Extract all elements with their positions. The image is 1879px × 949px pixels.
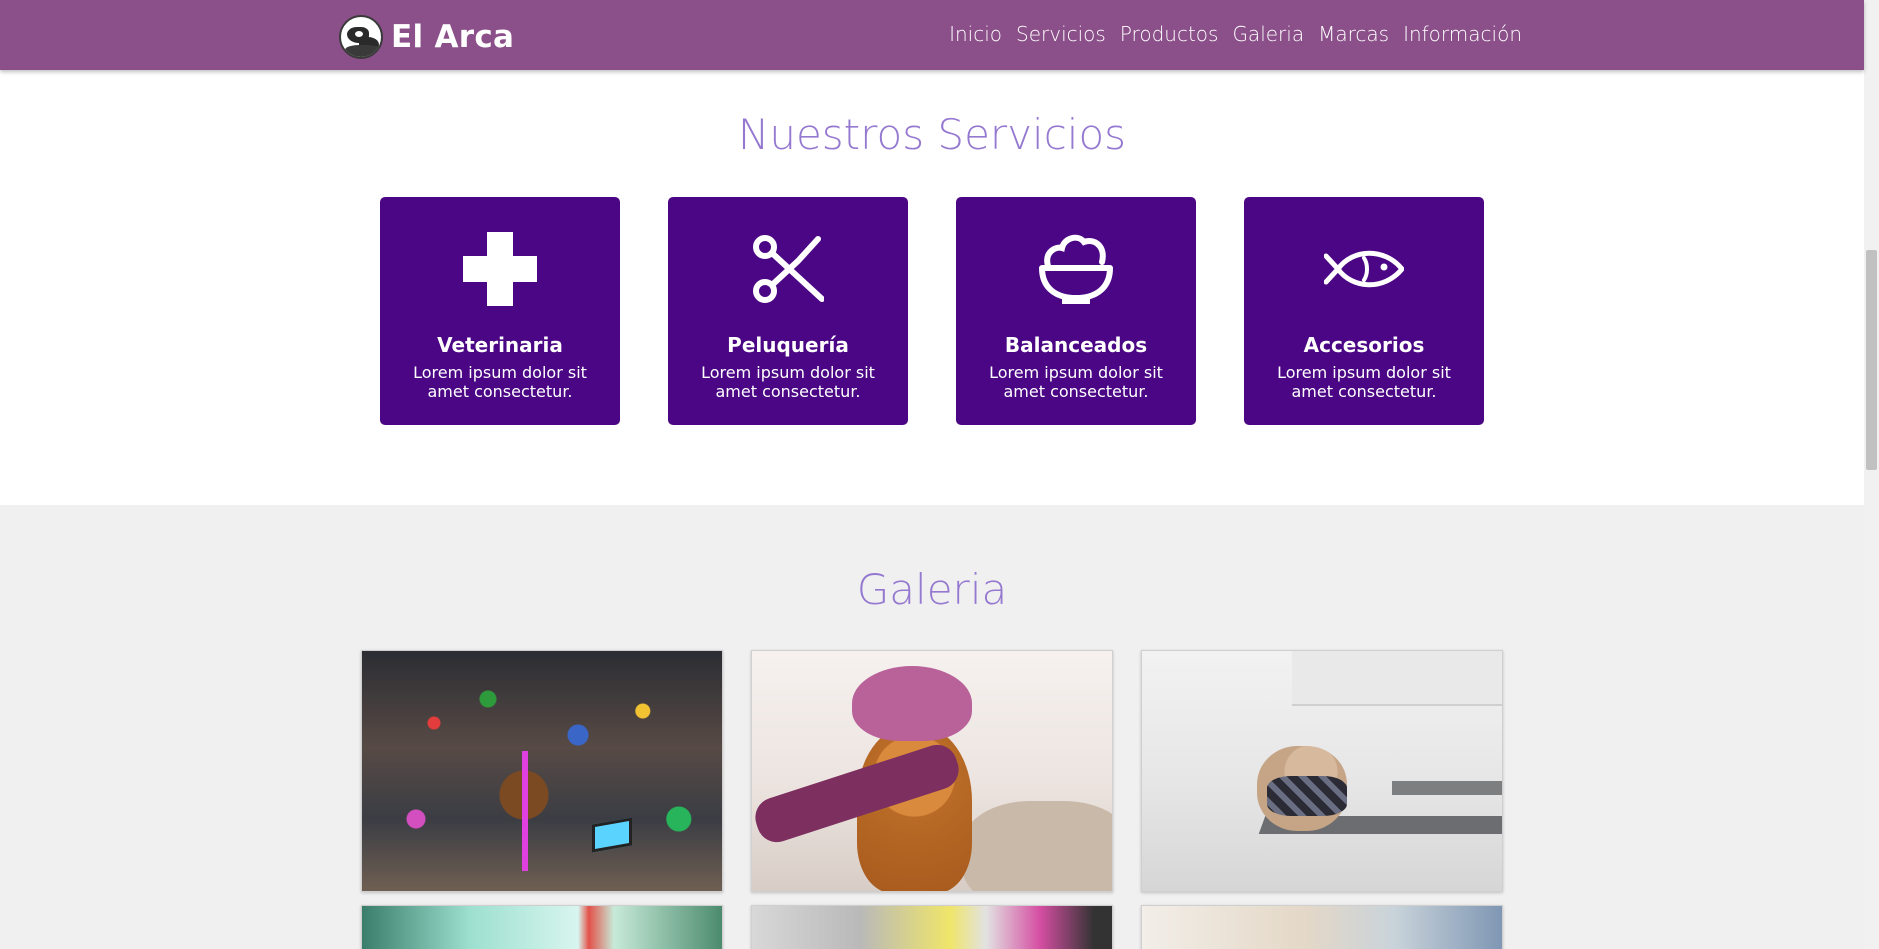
service-card-text: Lorem ipsum dolor sit amet consectetur.: [989, 363, 1163, 401]
service-card-text: Lorem ipsum dolor sit amet consectetur.: [1277, 363, 1451, 401]
service-card-text: Lorem ipsum dolor sit amet consectetur.: [701, 363, 875, 401]
brand-link[interactable]: El Arca: [339, 15, 514, 59]
gallery-title: Galeria: [856, 565, 1008, 614]
scissors-icon: [748, 229, 828, 309]
scrollbar-thumb[interactable]: [1866, 250, 1877, 470]
gallery-image-4[interactable]: [361, 905, 723, 949]
gallery-image-6[interactable]: [1141, 905, 1503, 949]
nav-link-productos[interactable]: Productos: [1120, 22, 1219, 46]
gallery-section: Galeria: [0, 505, 1864, 949]
logo-icon: [339, 15, 383, 59]
food-bowl-icon: [1036, 229, 1116, 309]
navbar: El Arca Inicio Servicios Productos Galer…: [0, 0, 1864, 70]
service-card-title: Accesorios: [1303, 333, 1425, 357]
gallery-image-5[interactable]: [751, 905, 1113, 949]
nav-link-servicios[interactable]: Servicios: [1016, 22, 1106, 46]
gallery-image-dog-grooming[interactable]: [751, 650, 1113, 892]
scrollbar[interactable]: [1864, 0, 1879, 949]
brand-name: El Arca: [391, 19, 515, 55]
service-card-title: Veterinaria: [437, 333, 563, 357]
services-title: Nuestros Servicios: [737, 110, 1127, 159]
nav-link-galeria[interactable]: Galeria: [1232, 22, 1304, 46]
plus-icon: [460, 229, 540, 309]
service-card-peluqueria: Peluquería Lorem ipsum dolor sit amet co…: [668, 197, 908, 425]
services-section: Nuestros Servicios Veterinaria Lorem ips…: [0, 70, 1864, 505]
nav-link-informacion[interactable]: Información: [1403, 22, 1522, 46]
nav-link-inicio[interactable]: Inicio: [949, 22, 1002, 46]
gallery-image-pet-store-dog[interactable]: [361, 650, 723, 892]
service-card-veterinaria: Veterinaria Lorem ipsum dolor sit amet c…: [380, 197, 620, 425]
gallery-image-french-bulldog[interactable]: [1141, 650, 1503, 892]
service-card-balanceados: Balanceados Lorem ipsum dolor sit amet c…: [956, 197, 1196, 425]
nav-link-marcas[interactable]: Marcas: [1318, 22, 1389, 46]
service-card-title: Peluquería: [727, 333, 849, 357]
service-card-title: Balanceados: [1004, 333, 1148, 357]
service-cards: Veterinaria Lorem ipsum dolor sit amet c…: [380, 197, 1484, 425]
nav-links: Inicio Servicios Productos Galeria Marca…: [935, 22, 1522, 46]
service-card-text: Lorem ipsum dolor sit amet consectetur.: [413, 363, 587, 401]
fish-icon: [1324, 229, 1404, 309]
service-card-accesorios: Accesorios Lorem ipsum dolor sit amet co…: [1244, 197, 1484, 425]
